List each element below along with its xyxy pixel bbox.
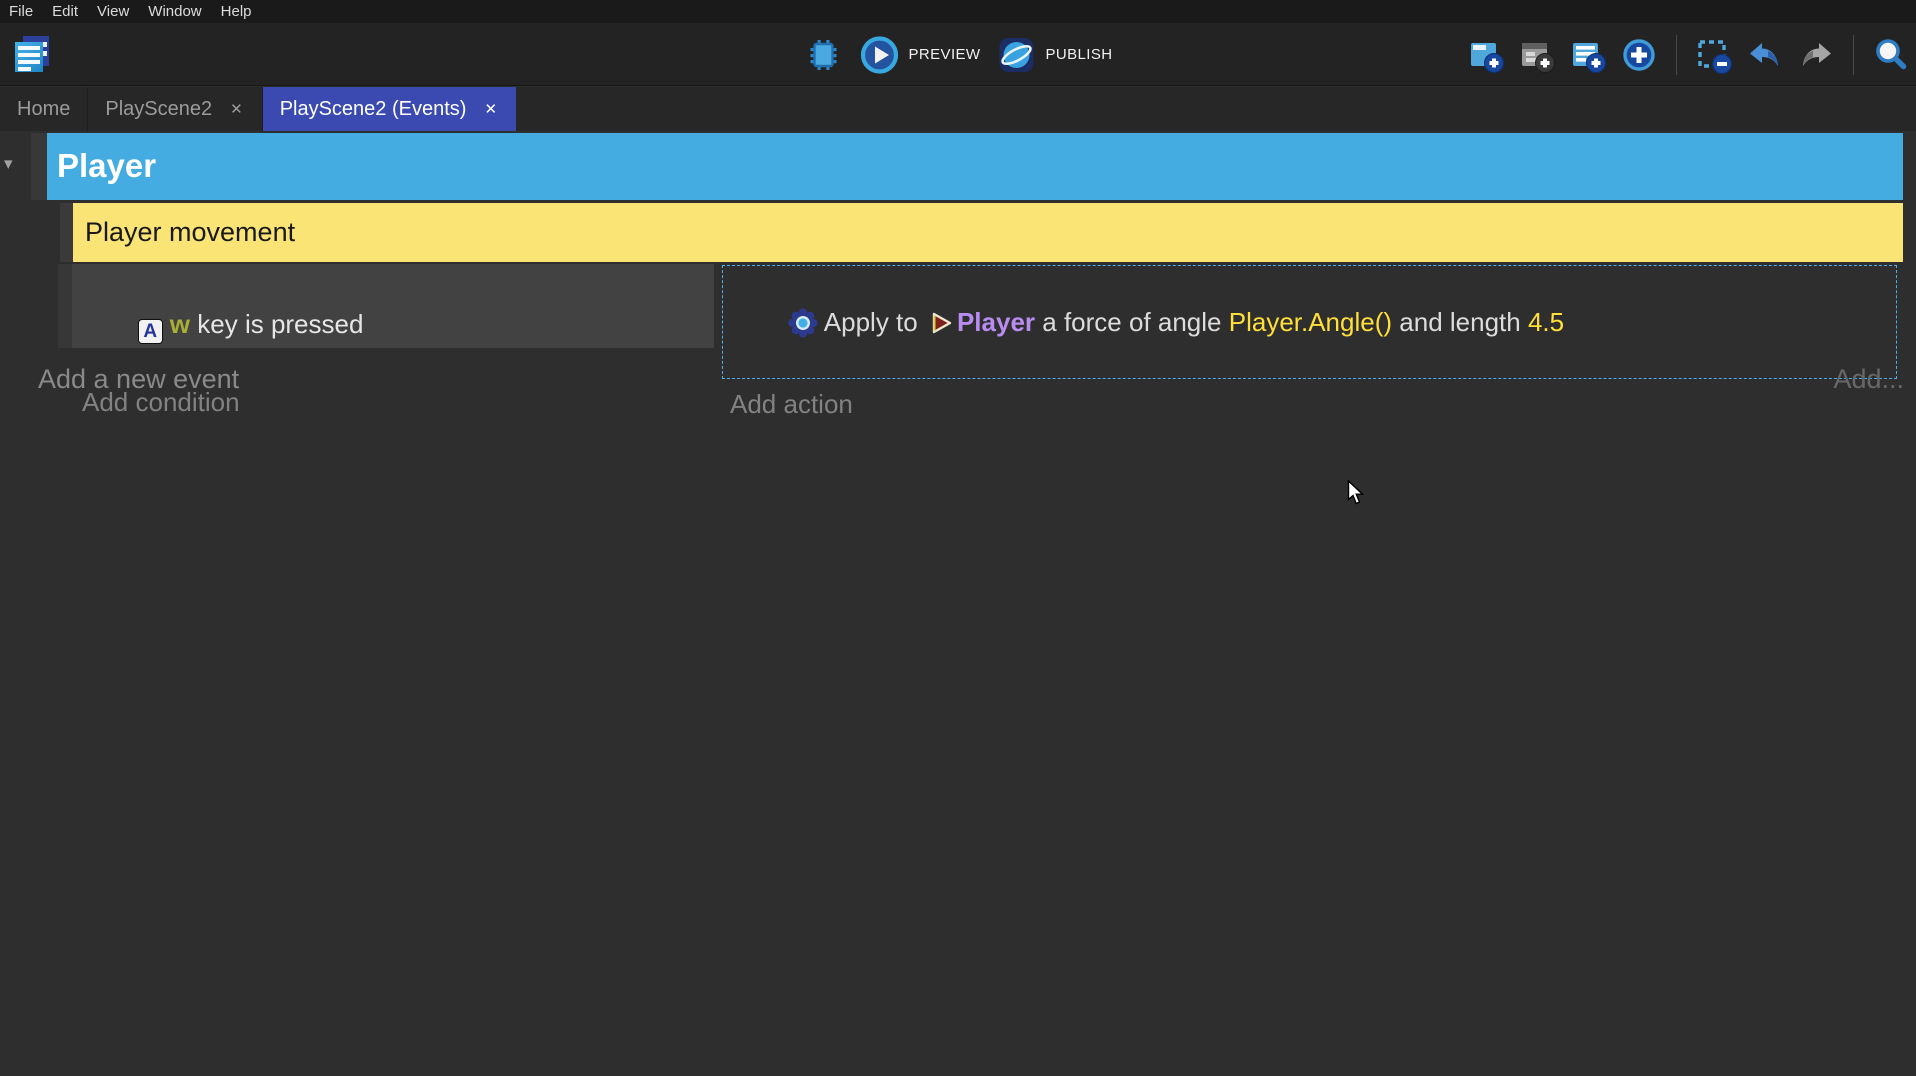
add-new-event-button[interactable]: Add a new event [38, 364, 239, 395]
publish-button[interactable]: PUBLISH [996, 35, 1112, 75]
condition-text: key is pressed [190, 309, 363, 339]
circle-plus-icon [1620, 36, 1658, 74]
tab-label: Home [17, 98, 70, 121]
tab-bar: Home PlayScene2 ✕ PlayScene2 (Events) ✕ [0, 87, 1916, 131]
search-events-button[interactable] [1872, 36, 1910, 74]
group-drag-handle[interactable] [31, 133, 47, 200]
conditions-cell: Aw key is pressed Add condition [72, 264, 714, 348]
undo-icon [1746, 36, 1784, 74]
add-subevent-icon [1518, 36, 1556, 74]
add-more-button[interactable]: Add... [1833, 364, 1904, 395]
player-object-icon [929, 311, 953, 335]
menu-window[interactable]: Window [148, 3, 201, 20]
project-manager-icon [12, 35, 50, 73]
menu-edit[interactable]: Edit [52, 3, 78, 20]
add-subevent-button[interactable] [1518, 36, 1556, 74]
keyboard-key-icon: A [138, 319, 163, 344]
tab-home[interactable]: Home [0, 87, 88, 131]
event-group-row: Player [0, 133, 1916, 200]
toolbar-separator [1853, 35, 1854, 75]
action-object-name: Player [957, 307, 1035, 337]
standard-event-row: Aw key is pressed Add condition Apply to [0, 264, 1916, 348]
redo-icon [1797, 36, 1835, 74]
play-circle-icon [860, 35, 900, 75]
menu-help[interactable]: Help [221, 3, 252, 20]
comment-drag-handle[interactable] [60, 203, 73, 262]
tab-label: PlayScene2 [105, 98, 212, 121]
add-comment-button[interactable] [1569, 36, 1607, 74]
comment-event-row: Player movement [0, 203, 1916, 262]
publish-globe-icon [996, 35, 1036, 75]
debugger-button[interactable] [804, 35, 844, 75]
preview-button[interactable]: PREVIEW [860, 35, 981, 75]
menu-bar: File Edit View Window Help [0, 0, 1916, 23]
condition-parameter: w [170, 309, 190, 339]
add-comment-icon [1569, 36, 1607, 74]
undo-button[interactable] [1746, 36, 1784, 74]
preview-label: PREVIEW [909, 46, 981, 63]
delete-selection-icon [1695, 36, 1733, 74]
apply-force-action[interactable]: Apply to Player a force of angle Player.… [722, 265, 1897, 379]
tab-playscene2[interactable]: PlayScene2 ✕ [88, 87, 262, 131]
events-sheet: ▾ Player Player movement Aw key is press… [0, 131, 1916, 1076]
add-event-icon [1467, 36, 1505, 74]
tab-close-icon[interactable]: ✕ [482, 100, 499, 119]
add-event-button[interactable] [1467, 36, 1505, 74]
search-icon [1872, 36, 1910, 74]
delete-selection-button[interactable] [1695, 36, 1733, 74]
add-event-type-button[interactable] [1620, 36, 1658, 74]
redo-button[interactable] [1797, 36, 1835, 74]
action-expression: Player.Angle() [1229, 307, 1392, 337]
event-drag-handle[interactable] [58, 264, 72, 348]
physics-behavior-icon [788, 308, 818, 338]
action-value: 4.5 [1528, 307, 1564, 337]
main-toolbar: PREVIEW PUBLISH [0, 23, 1916, 86]
actions-cell: Apply to Player a force of angle Player.… [722, 265, 1897, 421]
action-text: and length [1392, 307, 1528, 337]
events-footer: Add a new event Add... [0, 364, 1916, 396]
tab-close-icon[interactable]: ✕ [228, 100, 245, 119]
tab-playscene2-events[interactable]: PlayScene2 (Events) ✕ [263, 87, 516, 131]
menu-view[interactable]: View [97, 3, 129, 20]
comment-event[interactable]: Player movement [73, 203, 1903, 262]
publish-label: PUBLISH [1045, 46, 1112, 63]
project-manager-button[interactable] [10, 33, 52, 75]
action-text: a force of angle [1035, 307, 1229, 337]
event-group-header[interactable]: Player [47, 133, 1903, 200]
toolbar-separator [1676, 35, 1677, 75]
action-text: Apply to [824, 307, 925, 337]
menu-file[interactable]: File [9, 3, 33, 20]
debug-chip-icon [804, 35, 844, 75]
tab-label: PlayScene2 (Events) [280, 98, 467, 121]
